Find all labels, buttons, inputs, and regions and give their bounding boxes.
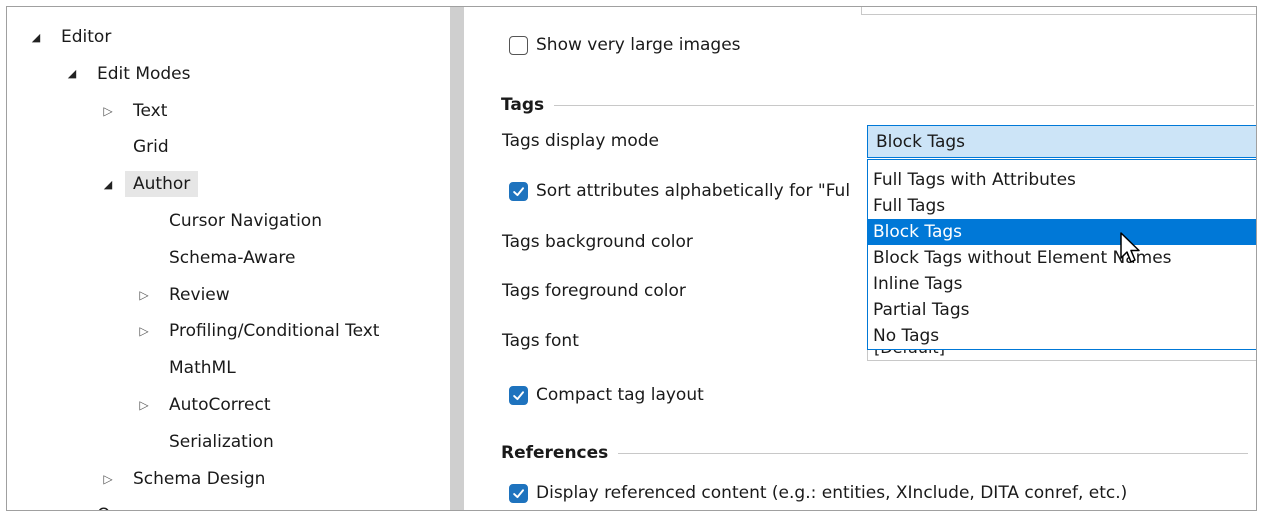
show-large-images-label: Show very large images xyxy=(536,35,741,55)
checkmark-icon xyxy=(513,186,525,196)
tree-item[interactable]: Cursor Navigation xyxy=(7,205,443,237)
tags-background-color-label: Tags background color xyxy=(502,232,693,252)
dropdown-option[interactable]: Block Tags without Element Names xyxy=(868,245,1256,271)
sort-attributes-checkbox[interactable] xyxy=(509,181,528,201)
collapsed-arrow-icon[interactable]: ▷ xyxy=(137,398,151,412)
tree-item-label: Profiling/Conditional Text xyxy=(169,321,380,342)
dropdown-option[interactable]: Inline Tags xyxy=(868,271,1256,297)
dropdown-option[interactable]: Full Tags with Attributes xyxy=(868,167,1256,193)
tags-display-mode-combo[interactable]: Block Tags xyxy=(867,125,1256,158)
tree-item-label: Open xyxy=(89,502,150,510)
tree-item-label: Cursor Navigation xyxy=(169,211,322,231)
tree-item-label: Text xyxy=(133,100,168,121)
show-large-images-checkbox[interactable] xyxy=(509,35,528,55)
tree-item-label: Review xyxy=(169,284,230,305)
compact-tag-layout-label: Compact tag layout xyxy=(536,385,704,405)
tree-item-label: Author xyxy=(125,171,199,198)
collapsed-arrow-icon[interactable]: ▷ xyxy=(101,104,115,118)
previous-field-edge xyxy=(861,7,1256,15)
tree-item[interactable]: ◢ Editor xyxy=(7,21,443,53)
tree-item-label: Serialization xyxy=(169,431,274,452)
tags-foreground-color-label: Tags foreground color xyxy=(502,281,686,301)
sort-attributes-row[interactable]: Sort attributes alphabetically for "Ful xyxy=(509,181,850,201)
display-referenced-label: Display referenced content (e.g.: entiti… xyxy=(536,483,1128,503)
collapsed-arrow-icon[interactable]: ▷ xyxy=(137,324,151,338)
dropdown-option[interactable]: No Tags xyxy=(868,323,1256,349)
tags-section-divider xyxy=(554,104,1255,106)
mouse-cursor-icon xyxy=(1120,232,1140,263)
tree-item[interactable]: ▷ Review xyxy=(7,279,443,311)
show-large-images-row[interactable]: Show very large images xyxy=(509,35,741,55)
references-section-divider xyxy=(618,452,1249,454)
dropdown-option[interactable]: Block Tags xyxy=(868,219,1256,245)
display-referenced-checkbox[interactable] xyxy=(509,483,528,503)
tree-item[interactable]: MathML xyxy=(7,352,443,384)
tree-item-label: Grid xyxy=(133,137,169,158)
tree-item[interactable]: Schema-Aware xyxy=(7,242,443,274)
tree-item[interactable]: ▷ Schema Design xyxy=(7,463,443,495)
checkmark-icon xyxy=(513,488,525,498)
tree-item[interactable]: ▷ Profiling/Conditional Text xyxy=(7,315,443,347)
tree-item[interactable]: ◢ Edit Modes xyxy=(7,58,443,90)
tags-section-title: Tags xyxy=(501,95,545,115)
splitter[interactable] xyxy=(443,7,471,510)
references-section-title: References xyxy=(501,443,609,463)
references-section-header: References xyxy=(501,443,1249,463)
tree-item[interactable]: Grid xyxy=(7,131,443,163)
tree-item-label: MathML xyxy=(169,358,236,379)
tree-item[interactable]: ◢ Author xyxy=(7,168,443,200)
tags-section-header: Tags xyxy=(501,95,1255,115)
compact-tag-layout-checkbox[interactable] xyxy=(509,385,528,405)
tree-item-label: Editor xyxy=(61,27,112,47)
dropdown-option[interactable]: Full Tags xyxy=(868,193,1256,219)
preferences-tree: ◢ Editor ◢ Edit Modes ▷ Text Grid ◢ Author Cursor… xyxy=(7,7,443,510)
tree-item[interactable]: Open xyxy=(7,499,443,510)
expanded-arrow-icon[interactable]: ◢ xyxy=(101,177,115,191)
compact-tag-layout-row[interactable]: Compact tag layout xyxy=(509,385,704,405)
tree-item-label: Schema Design xyxy=(133,468,266,489)
expanded-arrow-icon[interactable]: ◢ xyxy=(29,30,43,44)
tree-item[interactable]: Serialization xyxy=(7,426,443,458)
tree-item-label: AutoCorrect xyxy=(169,395,271,415)
tree-item-label: Schema-Aware xyxy=(169,247,296,268)
preferences-window: ◢ Editor ◢ Edit Modes ▷ Text Grid ◢ Author Cursor… xyxy=(6,6,1257,511)
dropdown-option[interactable]: Partial Tags xyxy=(868,297,1256,323)
tree-item[interactable]: ▷ Text xyxy=(7,95,443,127)
display-referenced-row[interactable]: Display referenced content (e.g.: entiti… xyxy=(509,483,1127,503)
expanded-arrow-icon[interactable]: ◢ xyxy=(65,67,79,81)
tree-item-label: Edit Modes xyxy=(97,63,191,84)
sort-attributes-label: Sort attributes alphabetically for "Ful xyxy=(536,181,851,201)
tree-item[interactable]: ▷ AutoCorrect xyxy=(7,389,443,421)
collapsed-arrow-icon[interactable]: ▷ xyxy=(137,288,151,302)
tags-display-mode-label: Tags display mode xyxy=(502,131,660,151)
checkmark-icon xyxy=(513,390,525,400)
tags-display-mode-value: Block Tags xyxy=(876,131,966,152)
author-settings-panel: Show very large images Tags Tags display… xyxy=(471,7,1256,510)
splitter-bar[interactable] xyxy=(450,7,464,510)
collapsed-arrow-icon[interactable]: ▷ xyxy=(101,472,115,486)
tags-font-label: Tags font xyxy=(502,331,579,351)
tags-display-mode-dropdown: Full Tags with Attributes Full Tags Block … xyxy=(867,159,1256,350)
